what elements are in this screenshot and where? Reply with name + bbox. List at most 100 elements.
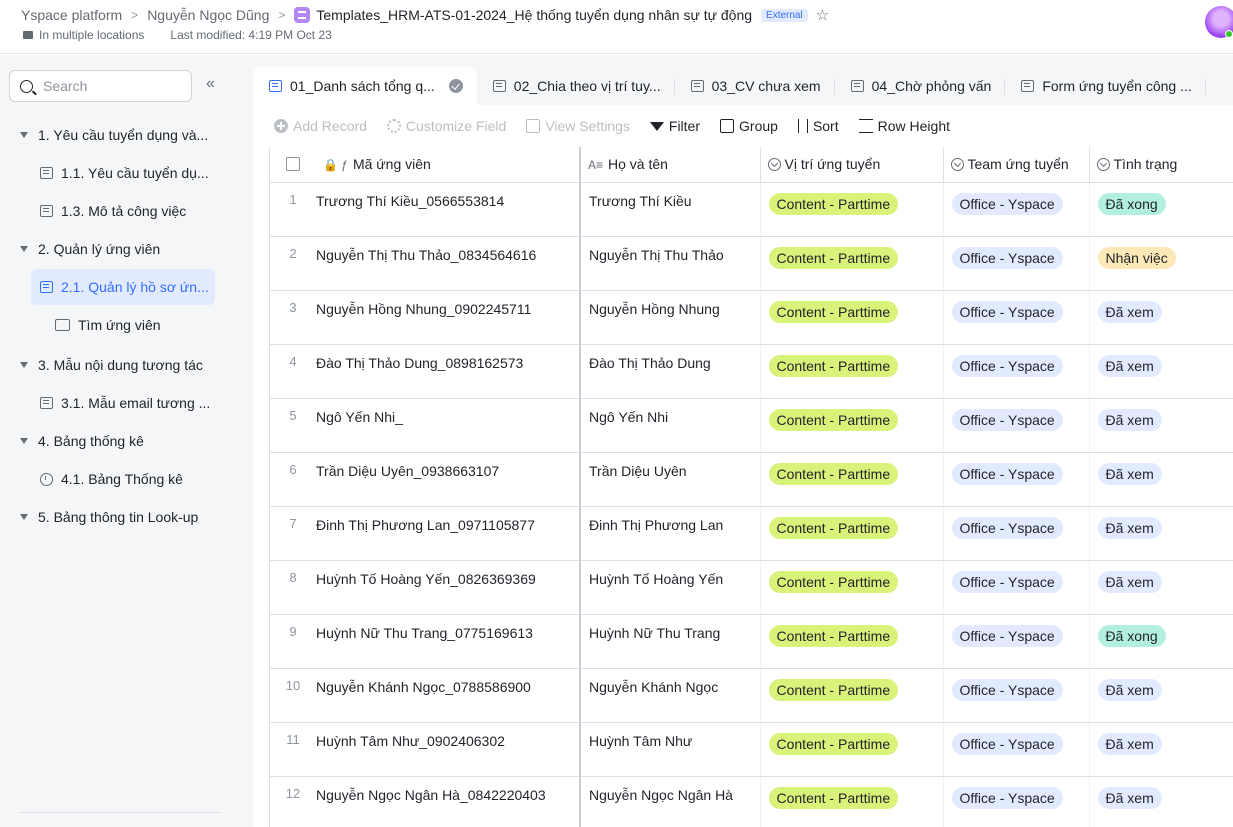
table-row[interactable]: 4 Đào Thị Thảo Dung_0898162573 Đào Thị Thả… (270, 344, 1233, 399)
view-settings-button[interactable]: View Settings (526, 118, 630, 134)
table-row[interactable]: 12 Nguyễn Ngọc Ngân Hà_0842220403 Nguyễn N… (270, 776, 1233, 827)
cell-team[interactable]: Office - Yspace (943, 560, 1090, 615)
cell-name[interactable]: Nguyễn Hồng Nhung (580, 290, 761, 345)
cell-status[interactable]: Đã xem (1089, 398, 1233, 453)
cell-team[interactable]: Office - Yspace (943, 722, 1090, 777)
cell-team[interactable]: Office - Yspace (943, 506, 1090, 561)
cell-id[interactable]: Trần Diệu Uyên_0938663107 (316, 452, 581, 507)
cell-position[interactable]: Content - Parttime (760, 236, 944, 291)
cell-position[interactable]: Content - Parttime (760, 560, 944, 615)
cell-status[interactable]: Đã xem (1089, 560, 1233, 615)
table-row[interactable]: 9 Huỳnh Nữ Thu Trang_0775169613 Huỳnh Nữ T… (270, 614, 1233, 669)
cell-id[interactable]: Nguyễn Khánh Ngọc_0788586900 (316, 668, 581, 723)
cell-status[interactable]: Đã xem (1089, 722, 1233, 777)
cell-team[interactable]: Office - Yspace (943, 236, 1090, 291)
table-row[interactable]: 8 Huỳnh Tố Hoàng Yến_0826369369 Huỳnh Tố H… (270, 560, 1233, 615)
cell-id[interactable]: Trương Thí Kiều_0566553814 (316, 182, 581, 237)
cell-id[interactable]: Huỳnh Nữ Thu Trang_0775169613 (316, 614, 581, 669)
tab-application-form[interactable]: Form ứng tuyển công ... (1005, 67, 1206, 105)
cell-name[interactable]: Huỳnh Tâm Như (580, 722, 761, 777)
nav-item-email-templates[interactable]: 3.1. Mẫu email tương ... (40, 385, 215, 421)
cell-status[interactable]: Đã xem (1089, 290, 1233, 345)
cell-position[interactable]: Content - Parttime (760, 344, 944, 399)
cell-team[interactable]: Office - Yspace (943, 452, 1090, 507)
column-header-status[interactable]: Tình trạng (1089, 147, 1233, 183)
table-row[interactable]: 2 Nguyễn Thị Thu Thảo_0834564616 Nguyễn Th… (270, 236, 1233, 291)
cell-id[interactable]: Ngô Yến Nhi_ (316, 398, 581, 453)
column-header-name[interactable]: A≡ Họ và tên (580, 147, 761, 183)
nav-group-statistics[interactable]: 4. Bảng thống kê (20, 423, 220, 459)
sort-button[interactable]: Sort (797, 118, 839, 134)
nav-group-interaction-templates[interactable]: 3. Mẫu nội dung tương tác (20, 347, 220, 383)
table-row[interactable]: 1 Trương Thí Kiều_0566553814 Trương Thí Ki… (270, 182, 1233, 237)
tab-by-position[interactable]: 02_Chia theo vị trí tuy... (477, 67, 675, 105)
cell-status[interactable]: Đã xem (1089, 452, 1233, 507)
nav-group-recruitment-requests[interactable]: 1. Yêu cầu tuyển dụng và... (20, 117, 220, 153)
table-row[interactable]: 7 Đinh Thị Phương Lan_0971105877 Đinh Thị … (270, 506, 1233, 561)
tab-awaiting-interview[interactable]: 04_Chờ phỏng vấn (835, 67, 1006, 105)
document-title[interactable]: Templates_HRM-ATS-01-2024_Hệ thống tuyển… (316, 7, 752, 23)
cell-position[interactable]: Content - Parttime (760, 722, 944, 777)
add-record-button[interactable]: Add Record (274, 118, 367, 134)
collapse-sidebar-icon[interactable]: « (206, 75, 215, 93)
cell-name[interactable]: Huỳnh Nữ Thu Trang (580, 614, 761, 669)
cell-position[interactable]: Content - Parttime (760, 614, 944, 669)
table-row[interactable]: 5 Ngô Yến Nhi_ Ngô Yến Nhi Content - Partti… (270, 398, 1233, 453)
cell-status[interactable]: Đã xem (1089, 344, 1233, 399)
cell-id[interactable]: Đinh Thị Phương Lan_0971105877 (316, 506, 581, 561)
caret-down-icon[interactable] (20, 514, 28, 520)
cell-position[interactable]: Content - Parttime (760, 452, 944, 507)
breadcrumb-workspace[interactable]: Yspace platform (21, 7, 122, 23)
cell-team[interactable]: Office - Yspace (943, 182, 1090, 237)
star-icon[interactable]: ☆ (816, 6, 829, 24)
cell-status[interactable]: Đã xem (1089, 506, 1233, 561)
cell-status[interactable]: Đã xem (1089, 668, 1233, 723)
nav-item-find-candidate[interactable]: Tìm ứng viên (55, 307, 215, 343)
cell-position[interactable]: Content - Parttime (760, 776, 944, 827)
cell-status[interactable]: Đã xem (1089, 776, 1233, 827)
cell-id[interactable]: Nguyễn Hồng Nhung_0902245711 (316, 290, 581, 345)
nav-group-lookup-tables[interactable]: 5. Bảng thông tin Look-up (20, 499, 220, 535)
cell-name[interactable]: Ngô Yến Nhi (580, 398, 761, 453)
cell-position[interactable]: Content - Parttime (760, 290, 944, 345)
column-header-team[interactable]: Team ứng tuyển (943, 147, 1090, 183)
cell-id[interactable]: Huỳnh Tố Hoàng Yến_0826369369 (316, 560, 581, 615)
nav-item-job-description[interactable]: 1.3. Mô tả công việc (40, 193, 215, 229)
cell-name[interactable]: Đinh Thị Phương Lan (580, 506, 761, 561)
tab-unviewed-cv[interactable]: 03_CV chưa xem (675, 67, 835, 105)
cell-name[interactable]: Huỳnh Tố Hoàng Yến (580, 560, 761, 615)
cell-name[interactable]: Nguyễn Ngọc Ngân Hà (580, 776, 761, 827)
table-row[interactable]: 6 Trần Diệu Uyên_0938663107 Trần Diệu Uyên… (270, 452, 1233, 507)
cell-name[interactable]: Đào Thị Thảo Dung (580, 344, 761, 399)
table-row[interactable]: 10 Nguyễn Khánh Ngọc_0788586900 Nguyễn Khá… (270, 668, 1233, 723)
cell-team[interactable]: Office - Yspace (943, 398, 1090, 453)
caret-down-icon[interactable] (20, 438, 28, 444)
search-input[interactable] (43, 78, 173, 94)
customize-field-button[interactable]: Customize Field (386, 118, 506, 134)
cell-name[interactable]: Trần Diệu Uyên (580, 452, 761, 507)
cell-name[interactable]: Nguyễn Thị Thu Thảo (580, 236, 761, 291)
cell-team[interactable]: Office - Yspace (943, 290, 1090, 345)
cell-status[interactable]: Đã xong (1089, 182, 1233, 237)
breadcrumb-owner[interactable]: Nguyễn Ngọc Dũng (147, 7, 269, 23)
cell-name[interactable]: Trương Thí Kiều (580, 182, 761, 237)
column-header-id[interactable]: 🔒 ƒ Mã ứng viên (316, 147, 581, 183)
cell-team[interactable]: Office - Yspace (943, 614, 1090, 669)
user-avatar[interactable] (1205, 6, 1233, 38)
location-text[interactable]: In multiple locations (39, 28, 144, 42)
cell-team[interactable]: Office - Yspace (943, 776, 1090, 827)
cell-position[interactable]: Content - Parttime (760, 668, 944, 723)
nav-group-candidate-management[interactable]: 2. Quản lý ứng viên (20, 231, 220, 267)
column-header-position[interactable]: Vị trí ứng tuyển (760, 147, 944, 183)
group-button[interactable]: Group (720, 118, 778, 134)
cell-position[interactable]: Content - Parttime (760, 182, 944, 237)
cell-id[interactable]: Đào Thị Thảo Dung_0898162573 (316, 344, 581, 399)
cell-position[interactable]: Content - Parttime (760, 398, 944, 453)
cell-team[interactable]: Office - Yspace (943, 668, 1090, 723)
sidebar-search[interactable] (9, 70, 192, 102)
table-row[interactable]: 11 Huỳnh Tâm Như_0902406302 Huỳnh Tâm Như C… (270, 722, 1233, 777)
cell-status[interactable]: Đã xong (1089, 614, 1233, 669)
table-row[interactable]: 3 Nguyễn Hồng Nhung_0902245711 Nguyễn Hồng… (270, 290, 1233, 345)
row-height-button[interactable]: Row Height (858, 118, 950, 134)
select-all-checkbox[interactable] (286, 157, 300, 172)
